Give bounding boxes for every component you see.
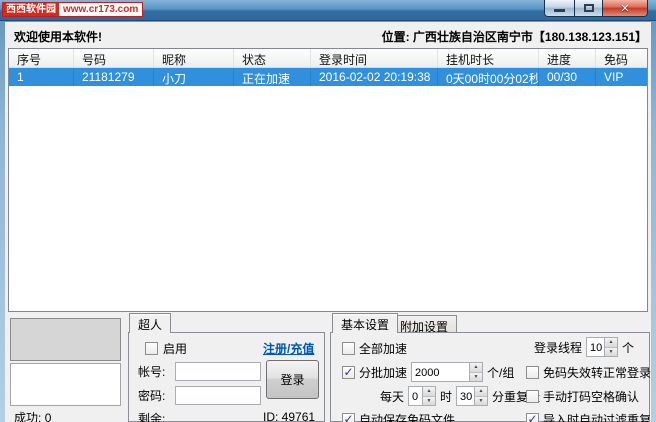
spin-down-icon[interactable]: ▼ xyxy=(423,397,435,406)
enable-label: 启用 xyxy=(163,340,187,357)
tab-chaoren[interactable]: 超人 xyxy=(129,313,171,333)
enable-checkbox[interactable] xyxy=(145,342,158,355)
manual-code-confirm-label: 手动打码空格确认 xyxy=(543,388,639,405)
user-id-label: ID: 49761 xyxy=(263,410,315,422)
batch-size-stepper[interactable]: 2000 ▲ ▼ xyxy=(411,362,483,382)
tab-basic-settings[interactable]: 基本设置 xyxy=(332,313,398,333)
cell-status: 正在加速 xyxy=(234,68,311,86)
location-text: 位置: 广西壮族自治区南宁市【180.138.123.151】 xyxy=(382,28,647,45)
table-header: 序号 号码 昵称 状态 登录时间 挂机时长 进度 免码 xyxy=(9,49,647,68)
login-threads-label: 登录线程 xyxy=(534,339,582,356)
spin-up-icon[interactable]: ▲ xyxy=(475,387,487,397)
column-header-duration[interactable]: 挂机时长 xyxy=(438,49,539,67)
maximize-button[interactable] xyxy=(575,0,602,17)
login-threads-stepper[interactable]: 10 ▲ ▼ xyxy=(586,337,618,357)
column-header-index[interactable]: 序号 xyxy=(9,49,74,67)
auto-save-free-code-checkbox[interactable]: ✓ xyxy=(342,413,355,422)
daily-repeat-prefix: 每天 xyxy=(380,388,404,405)
column-header-status[interactable]: 状态 xyxy=(234,49,311,67)
client-area: 欢迎使用本软件! 位置: 广西壮族自治区南宁市【180.138.123.151】… xyxy=(5,22,651,422)
upper-preview-box xyxy=(10,318,121,361)
repeat-minute-value[interactable]: 30 xyxy=(457,387,474,405)
table-row[interactable]: 1 21181279 小刀 正在加速 2016-02-02 20:19:38 0… xyxy=(9,68,647,86)
cell-index: 1 xyxy=(9,68,74,86)
batch-size-unit: 个/组 xyxy=(487,364,514,381)
column-header-nickname[interactable]: 昵称 xyxy=(154,49,234,67)
column-header-login-time[interactable]: 登录时间 xyxy=(311,49,438,67)
minimize-icon xyxy=(554,9,565,12)
password-label: 密码: xyxy=(138,387,165,404)
app-window: 西西软件园 www.cr173.com ✕ 欢迎使用本软件! 位置: 广西壮族自… xyxy=(0,0,656,422)
spin-down-icon[interactable]: ▼ xyxy=(470,373,482,382)
account-label: 帐号: xyxy=(138,363,165,380)
accelerate-all-checkbox[interactable] xyxy=(342,342,355,355)
cell-duration: 0天00时00分02秒 xyxy=(438,68,539,86)
batch-accelerate-label: 分批加速 xyxy=(359,364,407,381)
maximize-icon xyxy=(584,4,594,12)
import-filter-duplicates-label: 导入时自动过滤重复 xyxy=(543,411,651,422)
cell-number: 21181279 xyxy=(74,68,154,86)
watermark-site-url: www.cr173.com xyxy=(59,3,142,16)
cell-progress: 00/30 xyxy=(539,68,596,86)
spin-down-icon[interactable]: ▼ xyxy=(475,397,487,406)
site-watermark: 西西软件园 www.cr173.com xyxy=(2,2,143,17)
login-threads-unit: 个 xyxy=(622,339,634,356)
spin-up-icon[interactable]: ▲ xyxy=(470,363,482,373)
welcome-text: 欢迎使用本软件! xyxy=(14,28,102,45)
cell-free-code: VIP xyxy=(596,68,647,86)
password-input[interactable] xyxy=(175,386,261,405)
remaining-label: 剩余: xyxy=(138,410,165,422)
accounts-table: 序号 号码 昵称 状态 登录时间 挂机时长 进度 免码 1 21181279 小… xyxy=(8,48,648,312)
batch-size-value[interactable]: 2000 xyxy=(412,363,469,381)
import-filter-duplicates-checkbox[interactable]: ✓ xyxy=(526,413,539,422)
close-icon: ✕ xyxy=(620,2,629,15)
settings-panel: 全部加速 登录线程 10 ▲ ▼ 个 ✓ 分批加速 2000 xyxy=(330,332,650,422)
cell-nickname: 小刀 xyxy=(154,68,234,86)
free-code-fallback-checkbox[interactable] xyxy=(526,366,539,379)
manual-code-confirm-checkbox[interactable] xyxy=(526,390,539,403)
login-threads-value[interactable]: 10 xyxy=(587,338,604,356)
window-controls: ✕ xyxy=(544,0,648,17)
success-count: 0 xyxy=(45,411,52,422)
close-button[interactable]: ✕ xyxy=(602,0,648,17)
batch-accelerate-checkbox[interactable]: ✓ xyxy=(342,366,355,379)
column-header-free-code[interactable]: 免码 xyxy=(596,49,647,67)
minimize-button[interactable] xyxy=(544,0,575,17)
lower-preview-box xyxy=(10,363,121,406)
repeat-hour-unit: 时 xyxy=(440,388,452,405)
column-header-number[interactable]: 号码 xyxy=(74,49,154,67)
register-recharge-link[interactable]: 注册/充值 xyxy=(263,340,314,357)
repeat-hour-stepper[interactable]: 0 ▲ ▼ xyxy=(408,386,436,406)
accelerate-all-label: 全部加速 xyxy=(359,340,407,357)
repeat-hour-value[interactable]: 0 xyxy=(409,387,422,405)
tab-extra-settings[interactable]: 附加设置 xyxy=(391,315,457,332)
title-bar[interactable]: 西西软件园 www.cr173.com ✕ xyxy=(0,0,656,21)
spin-down-icon[interactable]: ▼ xyxy=(605,348,617,357)
account-input[interactable] xyxy=(175,362,261,381)
login-button[interactable]: 登录 xyxy=(266,360,319,399)
watermark-site-name: 西西软件园 xyxy=(3,3,59,16)
spin-up-icon[interactable]: ▲ xyxy=(605,338,617,348)
success-label: 成功: xyxy=(14,411,41,422)
auto-save-free-code-label: 自动保存免码文件 xyxy=(359,411,455,422)
spin-up-icon[interactable]: ▲ xyxy=(423,387,435,397)
repeat-minute-stepper[interactable]: 30 ▲ ▼ xyxy=(456,386,488,406)
free-code-fallback-label: 免码失效转正常登录 xyxy=(543,364,651,381)
column-header-progress[interactable]: 进度 xyxy=(539,49,596,67)
cell-login-time: 2016-02-02 20:19:38 xyxy=(311,68,438,86)
success-counter: 成功: 0 xyxy=(14,409,51,422)
account-panel: 启用 注册/充值 帐号: 密码: 登录 剩余: ID: 49761 xyxy=(128,332,325,422)
